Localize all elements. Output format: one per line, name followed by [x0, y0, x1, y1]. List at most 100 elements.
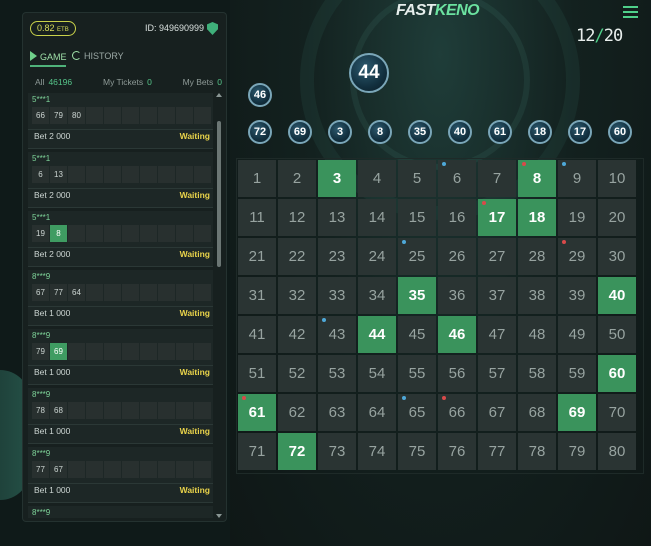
number-cell-37[interactable]: 37 — [478, 277, 516, 314]
number-cell-16[interactable]: 16 — [438, 199, 476, 236]
number-cell-76[interactable]: 76 — [438, 433, 476, 470]
number-cell-35[interactable]: 35 — [398, 277, 436, 314]
number-cell-54[interactable]: 54 — [358, 355, 396, 392]
number-cell-28[interactable]: 28 — [518, 238, 556, 275]
hamburger-menu-icon[interactable] — [623, 6, 638, 18]
number-cell-43[interactable]: 43 — [318, 316, 356, 353]
number-cell-22[interactable]: 22 — [278, 238, 316, 275]
number-cell-10[interactable]: 10 — [598, 160, 636, 197]
number-cell-58[interactable]: 58 — [518, 355, 556, 392]
number-cell-69[interactable]: 69 — [558, 394, 596, 431]
number-cell-67[interactable]: 67 — [478, 394, 516, 431]
number-cell-27[interactable]: 27 — [478, 238, 516, 275]
number-cell-64[interactable]: 64 — [358, 394, 396, 431]
number-cell-49[interactable]: 49 — [558, 316, 596, 353]
number-cell-4[interactable]: 4 — [358, 160, 396, 197]
number-cell-78[interactable]: 78 — [518, 433, 556, 470]
number-cell-5[interactable]: 5 — [398, 160, 436, 197]
number-cell-1[interactable]: 1 — [238, 160, 276, 197]
number-cell-3[interactable]: 3 — [318, 160, 356, 197]
number-cell-11[interactable]: 11 — [238, 199, 276, 236]
number-cell-70[interactable]: 70 — [598, 394, 636, 431]
number-cell-53[interactable]: 53 — [318, 355, 356, 392]
number-cell-72[interactable]: 72 — [278, 433, 316, 470]
number-cell-13[interactable]: 13 — [318, 199, 356, 236]
number-cell-51[interactable]: 51 — [238, 355, 276, 392]
number-cell-25[interactable]: 25 — [398, 238, 436, 275]
number-cell-39[interactable]: 39 — [558, 277, 596, 314]
number-cell-6[interactable]: 6 — [438, 160, 476, 197]
scroll-down-arrow-icon[interactable] — [216, 514, 222, 518]
ticket-number-empty — [86, 284, 103, 301]
number-cell-74[interactable]: 74 — [358, 433, 396, 470]
number-cell-19[interactable]: 19 — [558, 199, 596, 236]
number-cell-15[interactable]: 15 — [398, 199, 436, 236]
number-cell-8[interactable]: 8 — [518, 160, 556, 197]
number-cell-80[interactable]: 80 — [598, 433, 636, 470]
number-cell-47[interactable]: 47 — [478, 316, 516, 353]
number-cell-40[interactable]: 40 — [598, 277, 636, 314]
filter-my-bets[interactable]: My Bets 0 — [183, 77, 222, 87]
number-cell-7[interactable]: 7 — [478, 160, 516, 197]
number-cell-66[interactable]: 66 — [438, 394, 476, 431]
number-cell-61[interactable]: 61 — [238, 394, 276, 431]
number-cell-79[interactable]: 79 — [558, 433, 596, 470]
ticket-number-empty — [158, 343, 175, 360]
filter-all[interactable]: All 46196 — [35, 77, 72, 87]
number-cell-33[interactable]: 33 — [318, 277, 356, 314]
number-cell-57[interactable]: 57 — [478, 355, 516, 392]
number-cell-68[interactable]: 68 — [518, 394, 556, 431]
number-cell-44[interactable]: 44 — [358, 316, 396, 353]
tab-history[interactable]: HISTORY — [72, 51, 124, 61]
number-cell-59[interactable]: 59 — [558, 355, 596, 392]
number-cell-23[interactable]: 23 — [318, 238, 356, 275]
number-cell-55[interactable]: 55 — [398, 355, 436, 392]
number-cell-45[interactable]: 45 — [398, 316, 436, 353]
tab-game[interactable]: GAME — [30, 51, 67, 62]
number-cell-34[interactable]: 34 — [358, 277, 396, 314]
ticket-number-empty — [86, 107, 103, 124]
filter-my-tickets[interactable]: My Tickets 0 — [103, 77, 152, 87]
ticket-number-empty — [86, 166, 103, 183]
number-cell-42[interactable]: 42 — [278, 316, 316, 353]
number-cell-65[interactable]: 65 — [398, 394, 436, 431]
number-cell-60[interactable]: 60 — [598, 355, 636, 392]
number-cell-26[interactable]: 26 — [438, 238, 476, 275]
number-cell-14[interactable]: 14 — [358, 199, 396, 236]
number-cell-31[interactable]: 31 — [238, 277, 276, 314]
number-cell-77[interactable]: 77 — [478, 433, 516, 470]
number-cell-63[interactable]: 63 — [318, 394, 356, 431]
filter-my-bets-count: 0 — [217, 77, 222, 87]
number-cell-62[interactable]: 62 — [278, 394, 316, 431]
number-cell-9[interactable]: 9 — [558, 160, 596, 197]
number-cell-36[interactable]: 36 — [438, 277, 476, 314]
number-cell-20[interactable]: 20 — [598, 199, 636, 236]
number-cell-41[interactable]: 41 — [238, 316, 276, 353]
number-cell-56[interactable]: 56 — [438, 355, 476, 392]
number-cell-12[interactable]: 12 — [278, 199, 316, 236]
ticket-number-empty — [194, 402, 211, 419]
number-cell-17[interactable]: 17 — [478, 199, 516, 236]
number-cell-75[interactable]: 75 — [398, 433, 436, 470]
number-cell-52[interactable]: 52 — [278, 355, 316, 392]
fastkeno-logo: FASTKENO — [396, 2, 480, 20]
drawn-ball: 18 — [528, 120, 552, 144]
number-cell-30[interactable]: 30 — [598, 238, 636, 275]
number-cell-48[interactable]: 48 — [518, 316, 556, 353]
number-cell-73[interactable]: 73 — [318, 433, 356, 470]
ticket-list-scrollbar[interactable] — [216, 93, 222, 518]
number-cell-2[interactable]: 2 — [278, 160, 316, 197]
number-cell-18[interactable]: 18 — [518, 199, 556, 236]
number-cell-50[interactable]: 50 — [598, 316, 636, 353]
number-cell-24[interactable]: 24 — [358, 238, 396, 275]
ticket-divider — [28, 247, 213, 248]
number-cell-29[interactable]: 29 — [558, 238, 596, 275]
number-cell-21[interactable]: 21 — [238, 238, 276, 275]
balance-pill[interactable]: 0.82 ETB — [30, 21, 76, 36]
scroll-up-arrow-icon[interactable] — [216, 93, 222, 97]
number-cell-32[interactable]: 32 — [278, 277, 316, 314]
number-cell-71[interactable]: 71 — [238, 433, 276, 470]
number-cell-38[interactable]: 38 — [518, 277, 556, 314]
number-cell-46[interactable]: 46 — [438, 316, 476, 353]
scroll-thumb[interactable] — [217, 121, 221, 267]
